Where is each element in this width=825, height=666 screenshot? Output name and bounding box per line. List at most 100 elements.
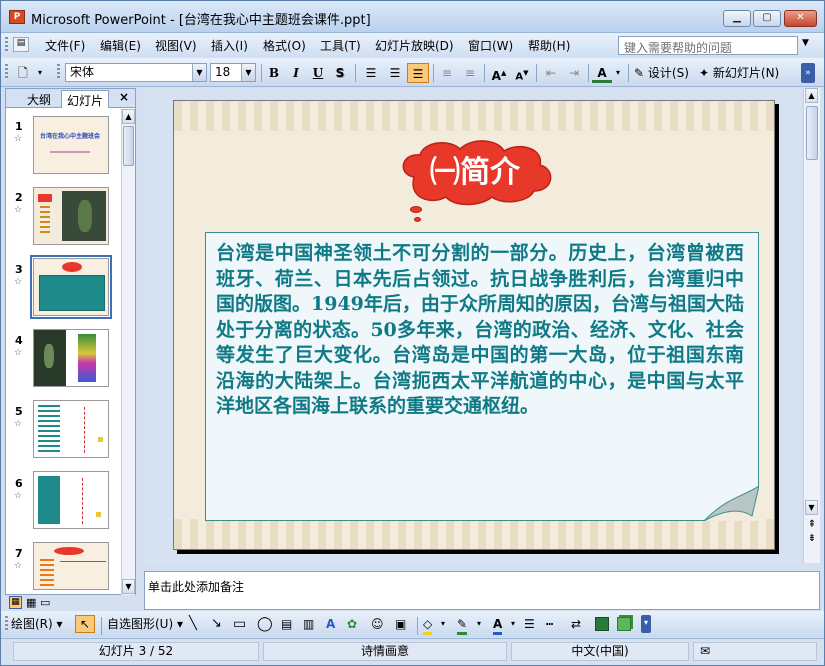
chevron-down-icon[interactable]: ▾ bbox=[441, 616, 445, 632]
menu-edit[interactable]: 编辑(E) bbox=[100, 37, 141, 54]
vertical-textbox-icon[interactable]: ▥ bbox=[303, 616, 314, 632]
chevron-down-icon[interactable]: ▾ bbox=[613, 63, 623, 83]
line-icon[interactable]: ╲ bbox=[189, 616, 197, 632]
bullets-icon[interactable]: ≡ bbox=[460, 63, 480, 83]
shadow-button[interactable]: S bbox=[331, 63, 349, 83]
slide-thumbnail-1[interactable]: 台湾在我心中主题班会 bbox=[33, 116, 109, 174]
slide-thumbnail-5[interactable] bbox=[33, 400, 109, 458]
thumb1-title: 台湾在我心中主题班会 bbox=[40, 133, 101, 140]
scrollbar-thumb[interactable] bbox=[806, 106, 818, 160]
body-text-box[interactable]: 台湾是中国神圣领土不可分割的一部分。历史上，台湾曾被西班牙、荷兰、日本先后占领过… bbox=[205, 232, 759, 521]
italic-button[interactable]: I bbox=[287, 63, 305, 83]
chevron-down-icon[interactable]: ▼ bbox=[241, 64, 255, 81]
notes-pane[interactable]: 单击此处添加备注 bbox=[144, 571, 820, 610]
new-slide-button[interactable]: ✦ 新幻灯片(N) bbox=[699, 63, 791, 83]
scrollbar-thumb[interactable] bbox=[123, 126, 134, 166]
rectangle-icon[interactable]: ▭ bbox=[233, 616, 246, 632]
tab-outline[interactable]: 大纲 bbox=[22, 90, 56, 108]
page-curl-shape bbox=[704, 486, 759, 521]
thumbnails-scrollbar[interactable]: ▲ ▼ bbox=[121, 109, 135, 595]
scroll-down-icon[interactable]: ▼ bbox=[805, 500, 818, 515]
menu-window[interactable]: 窗口(W) bbox=[468, 37, 513, 54]
scroll-down-icon[interactable]: ▼ bbox=[122, 579, 135, 594]
menu-tools[interactable]: 工具(T) bbox=[320, 37, 361, 54]
tab-slides[interactable]: 幻灯片 bbox=[61, 90, 110, 108]
toolbar-options-icon[interactable]: ▾ bbox=[35, 63, 45, 83]
current-slide[interactable]: ㈠简介 台湾是中国神圣领土不可分割的一部分。历史上，台湾曾被西班牙、荷兰、日本先… bbox=[173, 100, 775, 550]
underline-button[interactable]: U bbox=[309, 63, 327, 83]
3d-style-icon[interactable] bbox=[617, 617, 631, 631]
toolbar-grip[interactable] bbox=[5, 64, 8, 80]
wordart-icon[interactable]: A bbox=[326, 616, 335, 632]
scroll-up-icon[interactable]: ▲ bbox=[805, 88, 818, 103]
menu-insert[interactable]: 插入(I) bbox=[211, 37, 248, 54]
line-style-icon[interactable]: ☰ bbox=[524, 616, 535, 632]
help-dropdown-icon[interactable]: ▼ bbox=[802, 38, 809, 48]
chevron-down-icon[interactable]: ▾ bbox=[477, 616, 481, 632]
line-color-icon[interactable]: ✎ bbox=[457, 616, 468, 635]
chevron-down-icon[interactable]: ▼ bbox=[192, 64, 206, 81]
align-center-icon[interactable]: ☰ bbox=[385, 63, 405, 83]
increase-indent-icon[interactable]: ⇥ bbox=[564, 63, 584, 83]
align-right-icon[interactable]: ☰ bbox=[407, 63, 429, 83]
slide-scrollbar[interactable]: ▲ ▼ ⇞ ⇟ bbox=[803, 88, 820, 563]
select-pointer-icon[interactable]: ↖ bbox=[75, 615, 95, 633]
document-icon[interactable]: ▤ bbox=[13, 37, 29, 52]
slideshow-view-icon[interactable]: ▭ bbox=[40, 596, 50, 609]
powerpoint-app-icon[interactable]: P bbox=[9, 10, 25, 24]
decrease-indent-icon[interactable]: ⇤ bbox=[541, 63, 561, 83]
close-button[interactable]: ✕ bbox=[784, 10, 817, 27]
title-cloud-shape[interactable] bbox=[394, 139, 556, 207]
new-document-icon[interactable]: 🗋 bbox=[13, 63, 33, 83]
picture-icon[interactable]: ▣ bbox=[395, 616, 406, 632]
oval-icon[interactable]: ◯ bbox=[257, 616, 273, 632]
font-name-select[interactable]: 宋体 ▼ bbox=[65, 63, 207, 82]
arrow-style-icon[interactable]: ⇄ bbox=[571, 616, 581, 632]
toolbar-grip[interactable] bbox=[57, 64, 60, 80]
toolbar-grip[interactable] bbox=[5, 37, 8, 53]
draw-menu-button[interactable]: 绘图(R) ▾ bbox=[11, 616, 63, 632]
slide-thumbnail-2[interactable] bbox=[33, 187, 109, 245]
next-slide-icon[interactable]: ⇟ bbox=[806, 533, 818, 545]
menu-help[interactable]: 帮助(H) bbox=[528, 37, 570, 54]
autoshapes-button[interactable]: 自选图形(U) ▾ bbox=[107, 616, 183, 632]
font-color-icon[interactable]: A bbox=[493, 616, 503, 635]
menu-format[interactable]: 格式(O) bbox=[263, 37, 306, 54]
slide-thumbnail-6[interactable] bbox=[33, 471, 109, 529]
slide-thumbnail-7[interactable] bbox=[33, 542, 109, 590]
font-size-select[interactable]: 18 ▼ bbox=[210, 63, 256, 82]
font-color-icon[interactable]: A bbox=[592, 63, 612, 83]
slide-thumbnail-3[interactable] bbox=[30, 255, 112, 319]
increase-font-icon[interactable]: A▲ bbox=[489, 63, 509, 83]
diagram-icon[interactable]: ✿ bbox=[347, 616, 357, 632]
scroll-up-icon[interactable]: ▲ bbox=[122, 109, 135, 124]
slide-thumbnail-4[interactable] bbox=[33, 329, 109, 387]
minimize-button[interactable]: ▁ bbox=[723, 10, 751, 27]
shadow-style-icon[interactable] bbox=[595, 617, 609, 631]
menu-slideshow[interactable]: 幻灯片放映(D) bbox=[375, 37, 454, 54]
maximize-button[interactable]: ▢ bbox=[753, 10, 781, 27]
menu-view[interactable]: 视图(V) bbox=[155, 37, 197, 54]
animation-star-icon: ☆ bbox=[14, 348, 23, 358]
spelling-status-icon[interactable]: ✉ bbox=[693, 642, 817, 661]
previous-slide-icon[interactable]: ⇞ bbox=[806, 519, 818, 531]
dash-style-icon[interactable]: ┅ bbox=[546, 616, 553, 632]
toolbar-grip[interactable] bbox=[5, 616, 8, 632]
fill-color-icon[interactable]: ◇ bbox=[423, 616, 433, 635]
bold-button[interactable]: B bbox=[265, 63, 283, 83]
toolbar-overflow-icon[interactable]: » bbox=[801, 63, 815, 83]
design-button[interactable]: ✎ 设计(S) bbox=[634, 63, 694, 83]
toolbar-overflow-icon[interactable]: ▾ bbox=[641, 615, 651, 633]
align-left-icon[interactable]: ☰ bbox=[361, 63, 381, 83]
textbox-icon[interactable]: ▤ bbox=[281, 616, 292, 632]
normal-view-icon[interactable]: ▦ bbox=[9, 596, 22, 609]
help-search-input[interactable]: 键入需要帮助的问题 bbox=[618, 36, 798, 55]
menu-file[interactable]: 文件(F) bbox=[45, 37, 85, 54]
decrease-font-icon[interactable]: A▼ bbox=[512, 63, 532, 83]
close-panel-icon[interactable]: × bbox=[119, 90, 129, 104]
slide-sorter-view-icon[interactable]: ▦ bbox=[26, 596, 36, 609]
arrow-icon[interactable]: ↘ bbox=[211, 616, 222, 632]
clipart-icon[interactable]: ☺ bbox=[371, 616, 384, 632]
chevron-down-icon[interactable]: ▾ bbox=[511, 616, 515, 632]
numbering-icon[interactable]: ≡ bbox=[437, 63, 457, 83]
